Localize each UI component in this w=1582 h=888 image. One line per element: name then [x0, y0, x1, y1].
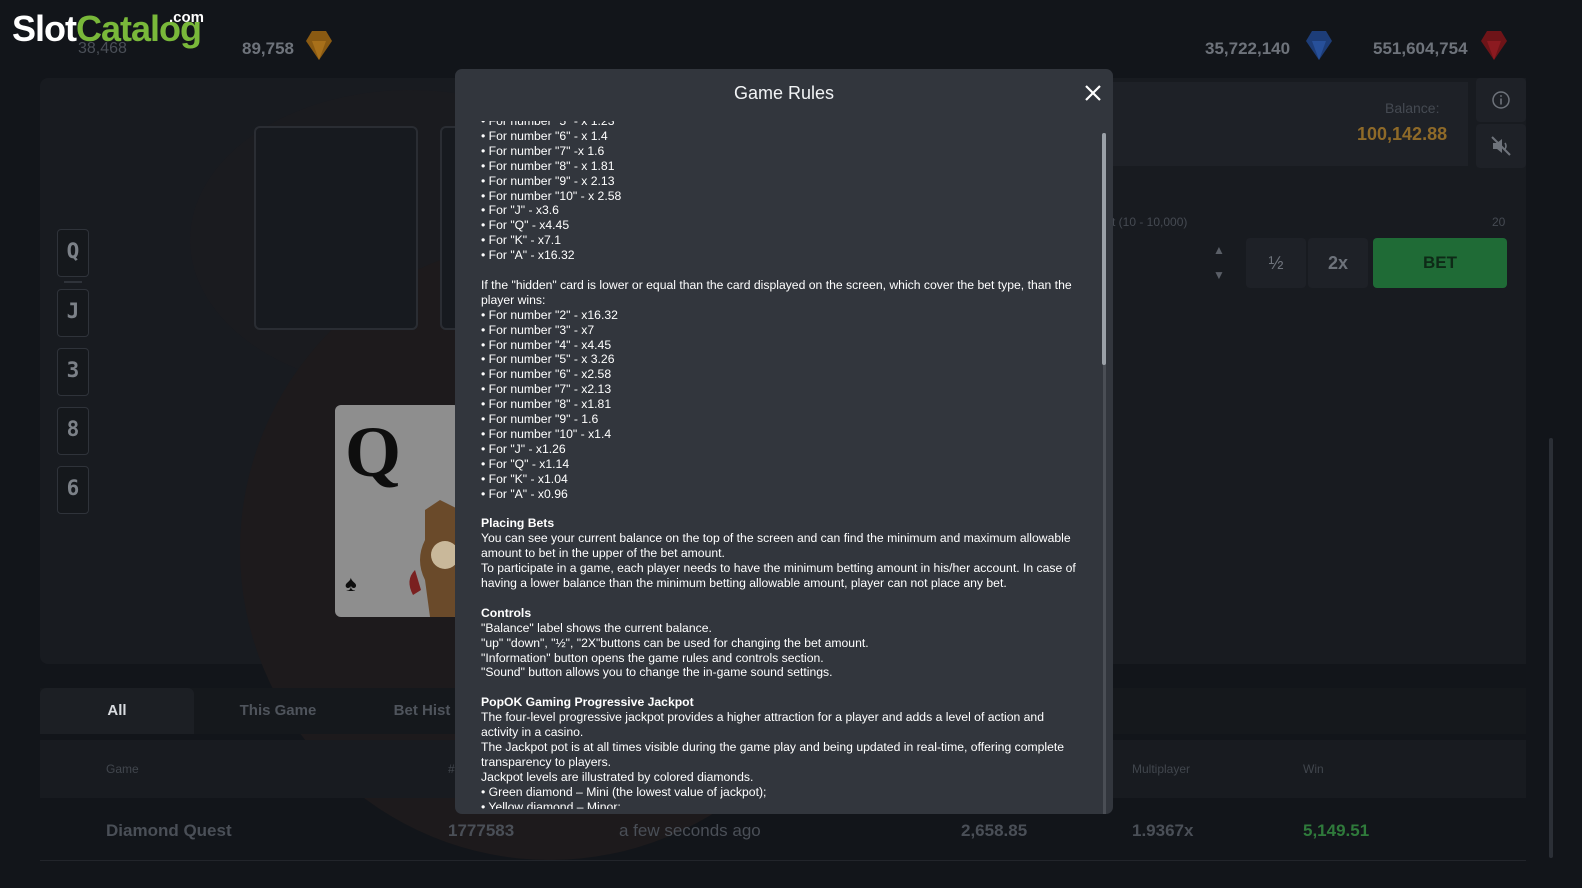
rules-line: • Green diamond – Mini (the lowest value… [481, 784, 767, 799]
rules-line: You can see your current balance on the … [481, 531, 1071, 546]
rules-scrollbar-thumb[interactable] [1102, 133, 1106, 365]
rules-line: • For number "9" - x 2.13 [481, 173, 615, 188]
spade-suit-icon: ♠ [345, 571, 357, 596]
rules-heading: PopOK Gaming Progressive Jackpot [481, 695, 694, 710]
current-card: Q ♠ [335, 405, 460, 617]
chevron-down-icon[interactable]: ▼ [1213, 268, 1225, 282]
history-card: J [57, 289, 89, 337]
rules-line: "Information" button opens the game rule… [481, 650, 824, 665]
jackpot-major-value: 35,722,140 [1205, 39, 1291, 58]
half-bet-button[interactable]: ½ [1246, 238, 1306, 288]
info-button[interactable] [1476, 78, 1526, 122]
rules-line: • For number "5" - x 3.26 [481, 352, 615, 367]
info-icon [1492, 91, 1510, 109]
row-divider [40, 860, 1526, 861]
rules-line: • For number "2" - x16.32 [481, 307, 618, 322]
rules-line: The four-level progressive jackpot provi… [481, 710, 1044, 725]
balance-label: Balance: [1385, 100, 1440, 116]
current-card-rank: Q [345, 412, 402, 492]
rules-line: amount to bet in the upper of the bet am… [481, 546, 725, 561]
sound-off-icon [1491, 136, 1511, 156]
tab-all[interactable]: All [40, 688, 194, 734]
rules-line: "Sound" button allows you to change the … [481, 665, 833, 680]
rules-line: If the "hidden" card is lower or equal t… [481, 277, 1072, 292]
rules-line: • For number "8" - x 1.81 [481, 158, 615, 173]
rules-line: • For "Q" - x1.14 [481, 456, 570, 471]
history-card: Q [57, 229, 89, 277]
rules-line: activity in a casino. [481, 725, 584, 740]
rules-line: The Jackpot pot is at all times visible … [481, 740, 1065, 754]
row-bet: 2,658.85 [961, 821, 1028, 840]
rules-line: • For number "8" - x1.81 [481, 397, 612, 412]
close-icon[interactable] [1083, 83, 1103, 103]
col-multiplayer: Multiplayer [1132, 762, 1191, 776]
balance-value: 100,142.88 [1357, 124, 1448, 144]
rules-line: • Yellow diamond – Minor; [481, 799, 621, 809]
col-game: Game [106, 762, 139, 776]
rules-line: • For "K" - x1.04 [481, 471, 568, 486]
row-multiplier: 1.9367x [1132, 821, 1194, 840]
queen-illustration [409, 500, 460, 617]
rules-line: To participate in a game, each player ne… [481, 561, 1076, 576]
jackpot-minor-value: 89,758 [242, 39, 294, 58]
rules-heading: Placing Bets [481, 516, 555, 531]
rules-line: • For number "7" -x 1.6 [481, 143, 605, 158]
rules-line: • For number "7" - x2.13 [481, 382, 612, 397]
rules-line: player wins: [481, 292, 546, 307]
rules-line: • For number "5" - x 1.23 [481, 121, 615, 128]
rules-line: • For number "3" - x7 [481, 322, 595, 337]
rules-line: • For number "9" - 1.6 [481, 412, 599, 427]
row-game: Diamond Quest [106, 821, 232, 840]
col-number: # [448, 762, 455, 776]
rules-spacer [481, 502, 1093, 517]
rules-content[interactable]: • For number "5" - x 1.23 • For number "6… [481, 121, 1093, 809]
sound-button[interactable] [1476, 124, 1526, 168]
row-time: a few seconds ago [619, 821, 761, 840]
row-win: 5,149.51 [1303, 821, 1370, 840]
page-scrollbar[interactable] [1549, 438, 1553, 858]
tab-this-game[interactable]: This Game [206, 688, 350, 734]
rules-line: having a lower balance than the minimum … [481, 576, 1007, 591]
rules-heading: Controls [481, 605, 532, 620]
rules-line: • For "A" - x16.32 [481, 248, 575, 263]
rules-line: • For number "6" - x 1.4 [481, 128, 608, 143]
rules-line: • For "J" - x1.26 [481, 441, 566, 456]
history-card: 6 [57, 466, 89, 514]
game-rules-modal: Game Rules • For number "5" - x 1.23 • Fo… [455, 69, 1113, 814]
rules-line: • For number "6" - x2.58 [481, 367, 612, 382]
history-card: 8 [57, 407, 89, 455]
yellow-diamond-icon [306, 31, 332, 60]
rules-line: • For "Q" - x4.45 [481, 218, 570, 233]
bet-max-label: 20 [1492, 215, 1506, 229]
rules-line: "Balance" label shows the current balanc… [481, 620, 712, 635]
jackpot-grand-value: 551,604,754 [1373, 39, 1468, 58]
rules-line: • For number "10" - x1.4 [481, 427, 612, 442]
rules-line: • For number "10" - x 2.58 [481, 188, 622, 203]
modal-title: Game Rules [733, 83, 835, 103]
rules-line: "up" "down", "½", "2X"buttons can be use… [481, 635, 869, 650]
history-divider [64, 281, 82, 283]
rules-spacer [481, 263, 1093, 278]
row-id: 1777583 [448, 821, 515, 840]
rules-line: • For number "4" - x4.45 [481, 337, 612, 352]
card-slot-left [254, 126, 418, 330]
bet-button[interactable]: BET [1373, 238, 1507, 288]
red-diamond-icon [1481, 31, 1507, 60]
history-card: 3 [57, 348, 89, 396]
rules-line: transparency to players. [481, 754, 612, 769]
rules-line: • For "K" - x7.1 [481, 233, 561, 248]
logo-suffix: .com [169, 9, 205, 26]
blue-diamond-icon [1306, 31, 1332, 60]
rules-line: • For "A" - x0.96 [481, 486, 568, 501]
rules-spacer [481, 680, 1093, 695]
rules-line: Jackpot levels are illustrated by colore… [481, 769, 754, 784]
col-win: Win [1303, 762, 1324, 776]
rules-spacer [481, 591, 1093, 606]
chevron-up-icon[interactable]: ▲ [1213, 243, 1225, 257]
double-bet-button[interactable]: 2x [1308, 238, 1368, 288]
bet-range-label: t (10 - 10,000) [1112, 215, 1188, 229]
rules-line: • For "J" - x3.6 [481, 203, 559, 218]
